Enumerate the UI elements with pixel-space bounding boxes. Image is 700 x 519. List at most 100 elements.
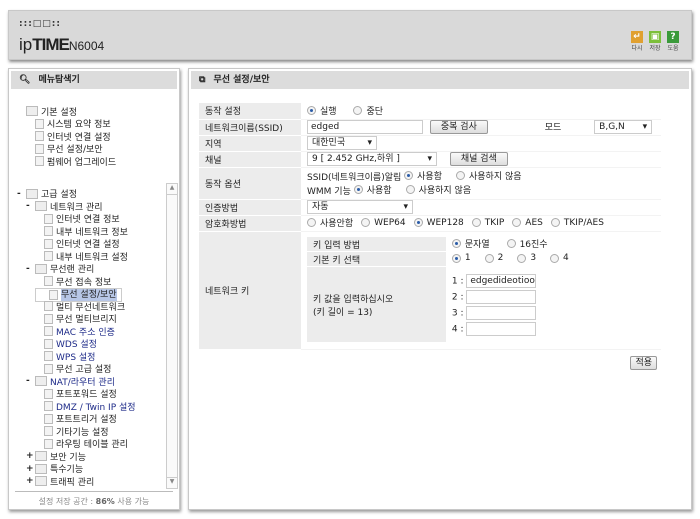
sidebar-item[interactable]: MAC 주소 인증	[35, 325, 115, 338]
sidebar-item[interactable]: - 고급 설정	[17, 188, 77, 200]
sidebar-item[interactable]: WDS 설정	[35, 338, 97, 350]
page-icon	[35, 143, 44, 154]
key-index: 1	[451, 276, 458, 287]
page-icon	[44, 226, 53, 236]
folder-icon	[35, 263, 47, 274]
expand-toggle[interactable]: -	[26, 201, 32, 211]
key-index: 2	[451, 292, 458, 303]
page-icon	[44, 251, 53, 261]
sidebar-item[interactable]: DMZ / Twin IP 설정	[35, 400, 136, 413]
duplicate-check-button[interactable]: 중복 검사	[429, 120, 488, 135]
sidebar-item[interactable]: 내부 네트워크 설정	[35, 250, 128, 263]
sidebar-item[interactable]: 인터넷 연결 설정	[35, 238, 120, 250]
sidebar-item[interactable]: + 특수기능	[26, 463, 83, 475]
save-button[interactable]: ▣ 저장	[649, 31, 661, 52]
sidebar-item[interactable]: - 네트워크 관리	[26, 200, 103, 213]
default-key-radio[interactable]: 1	[451, 253, 471, 263]
page-icon	[44, 426, 53, 436]
sidebar-item[interactable]: - NAT/라우터 관리	[26, 375, 115, 388]
key-input-method-label: 키 입력 방법	[307, 236, 446, 253]
sidebar-item[interactable]: WPS 설정	[35, 350, 95, 363]
page-icon	[35, 131, 44, 141]
enc-radio[interactable]: TKIP	[471, 218, 504, 228]
expand-toggle[interactable]: +	[26, 451, 34, 461]
sidebar-item[interactable]: 무선 멀티브리지	[35, 313, 117, 325]
page-icon	[49, 289, 58, 300]
mode-select[interactable]: B,G,N ▾	[594, 120, 653, 135]
page-icon	[44, 401, 53, 411]
page-icon	[44, 238, 53, 249]
key-hex-radio[interactable]: 16진수	[506, 237, 548, 250]
sidebar-item[interactable]: 무선 접속 정보	[35, 275, 111, 288]
sidebar-item[interactable]: + 보안 기능	[26, 450, 86, 463]
ssid-broadcast-off[interactable]: 사용하지 않음	[456, 169, 522, 182]
chevron-down-icon: ▾	[403, 202, 408, 212]
key-input[interactable]: edgedideotioo	[466, 273, 537, 288]
key-string-radio[interactable]: 문자열	[451, 237, 490, 250]
region-select[interactable]: 대한민국 ▾	[307, 136, 377, 150]
expand-toggle[interactable]: -	[26, 376, 32, 386]
page-icon	[44, 326, 53, 336]
page-icon	[44, 301, 53, 311]
key-input[interactable]	[466, 305, 537, 320]
op-run-radio[interactable]: 실행	[307, 104, 337, 117]
sidebar-item[interactable]: + 트래픽 관리	[26, 475, 94, 488]
enc-label: 암호화방법	[199, 215, 301, 232]
op-stop-radio[interactable]: 중단	[353, 104, 383, 117]
mode-label: 모드	[544, 122, 562, 133]
main-panel: ⧉ 무선 설정/보안 동작 설정 실행 중단 네트워크이름(SSID) edged…	[188, 68, 692, 510]
expand-toggle[interactable]: -	[26, 264, 32, 274]
apply-button[interactable]: 적용	[630, 356, 657, 370]
ssid-input[interactable]: edged	[307, 120, 423, 135]
sidebar-item[interactable]: 포트포워드 설정	[35, 388, 117, 400]
channel-select[interactable]: 9 [ 2.452 GHz,하위 ] ▾	[307, 152, 437, 166]
sidebar-item[interactable]: 포트트리거 설정	[35, 413, 117, 425]
op-label: 동작 설정	[199, 103, 301, 120]
folder-icon	[35, 463, 47, 474]
help-button[interactable]: ? 도움	[667, 31, 679, 52]
ssid-broadcast-on[interactable]: 사용함	[404, 169, 442, 182]
wmm-off[interactable]: 사용하지 않음	[405, 183, 471, 196]
sidebar-item[interactable]: 펌웨어 업그레이드	[26, 155, 116, 168]
enc-radio[interactable]: WEP64	[361, 218, 406, 228]
default-key-radio[interactable]: 4	[550, 253, 569, 263]
enc-radio[interactable]: 사용안함	[307, 216, 353, 229]
key-input[interactable]	[466, 321, 537, 336]
default-key-radio[interactable]: 3	[517, 253, 536, 263]
scroll-up-icon[interactable]: ▲	[167, 184, 177, 195]
expand-toggle[interactable]: +	[26, 476, 34, 486]
scrollbar[interactable]: ▲ ▼	[166, 183, 178, 489]
reload-button[interactable]: ↵ 다시	[631, 31, 643, 52]
chevron-down-icon: ▾	[427, 154, 432, 164]
sidebar-item[interactable]: - 무선랜 관리	[26, 263, 94, 275]
panel-title: 메뉴탐색기	[38, 75, 80, 85]
sidebar-item[interactable]: 멀티 무선네트워크	[35, 300, 125, 313]
sidebar-item[interactable]: 기본 설정	[17, 105, 77, 118]
auth-select[interactable]: 자동 ▾	[307, 200, 413, 214]
expand-toggle[interactable]: +	[26, 464, 34, 474]
channel-search-button[interactable]: 채널 검색	[449, 152, 508, 166]
sidebar-item[interactable]: 라우팅 테이블 관리	[35, 438, 128, 450]
expand-toggle[interactable]: -	[17, 189, 23, 199]
enc-radio[interactable]: WEP128	[413, 218, 464, 228]
page-icon: ⧉	[199, 75, 206, 85]
auth-label: 인증방법	[199, 199, 301, 216]
options-label: 동작 옵션	[199, 167, 301, 200]
sidebar-item[interactable]: 인터넷 연결 설정	[26, 130, 111, 143]
enc-radio[interactable]: TKIP/AES	[550, 218, 604, 228]
folder-icon	[35, 201, 47, 211]
key-prompt: 키 값을 입력하십시오	[313, 294, 394, 305]
folder-icon	[26, 106, 38, 116]
sidebar-item[interactable]: 시스템 요약 정보	[26, 118, 111, 130]
sidebar-item[interactable]: 내부 네트워크 정보	[35, 225, 128, 238]
help-icon: ?	[667, 31, 679, 43]
wmm-on[interactable]: 사용함	[353, 183, 392, 196]
sidebar-item[interactable]: 인터넷 연결 정보	[35, 213, 120, 225]
sidebar-item[interactable]: 무선 고급 설정	[35, 363, 111, 375]
enc-radio[interactable]: AES	[512, 218, 543, 228]
scroll-down-icon[interactable]: ▼	[167, 477, 177, 488]
key-input[interactable]	[466, 289, 537, 304]
default-key-radio[interactable]: 2	[484, 253, 503, 263]
sidebar-item[interactable]: 기타기능 설정	[35, 425, 109, 438]
sidebar-item[interactable]: 무선 설정/보안	[26, 143, 103, 155]
